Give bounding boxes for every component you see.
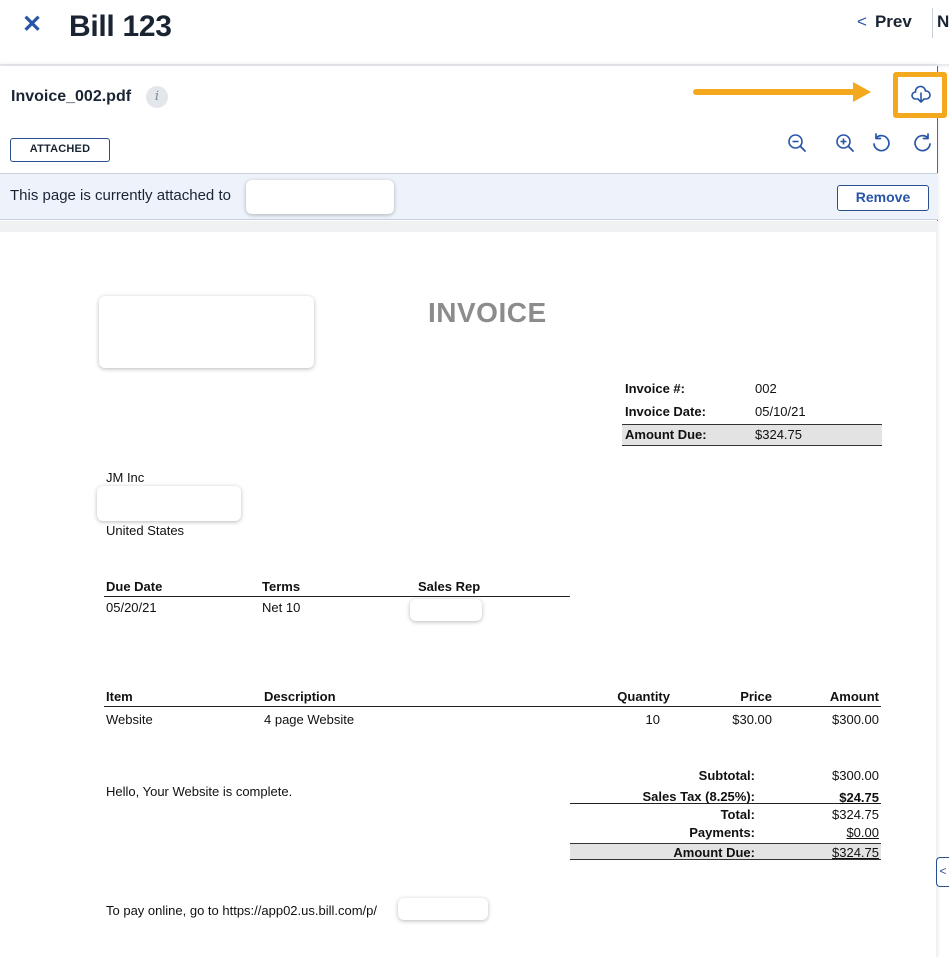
cloud-download-icon <box>911 85 931 103</box>
item-header: Quantity <box>617 689 670 704</box>
divider <box>104 706 881 707</box>
prev-label: Prev <box>874 12 912 31</box>
meta-label: Amount Due: <box>625 427 707 442</box>
zoom-out-button[interactable] <box>786 132 810 156</box>
item-cell: $300.00 <box>832 712 879 727</box>
remove-button[interactable]: Remove <box>837 185 929 211</box>
totals-value: $324.75 <box>832 845 879 860</box>
item-header: Amount <box>829 689 879 704</box>
meta-label: Invoice Date: <box>625 404 706 419</box>
bill-to-country: United States <box>106 523 185 538</box>
item-header: Description <box>264 689 336 704</box>
zoom-in-button[interactable] <box>834 132 858 156</box>
invoice-title: INVOICE <box>428 297 547 328</box>
invoice-note: Hello, Your Website is complete. <box>106 784 293 799</box>
rotate-right-button[interactable] <box>912 132 936 156</box>
totals-label: Amount Due: <box>673 845 755 860</box>
totals-label: Sales Tax (8.25%): <box>642 789 755 804</box>
close-icon[interactable]: ✕ <box>19 12 45 38</box>
redacted-field <box>246 180 394 214</box>
meta-value: 05/10/21 <box>755 404 806 419</box>
item-cell: 4 page Website <box>264 712 355 727</box>
rotate-left-icon <box>873 133 890 152</box>
totals-label: Total: <box>720 807 755 822</box>
zoom-in-icon <box>836 134 854 152</box>
totals-value: $24.75 <box>839 790 879 805</box>
redacted-link <box>398 898 488 920</box>
item-cell: Website <box>106 712 153 727</box>
item-header: Item <box>106 689 133 704</box>
terms-header: Due Date <box>106 579 163 594</box>
attached-message: This page is currently attached to <box>10 187 231 204</box>
terms-header: Terms <box>262 579 301 594</box>
divider <box>104 596 570 597</box>
totals-label: Subtotal: <box>698 768 755 783</box>
item-cell: $30.00 <box>732 712 772 727</box>
item-header: Price <box>740 689 772 704</box>
chevron-left-icon: < <box>939 864 947 878</box>
chevron-left-icon: < <box>857 12 867 31</box>
nav-divider <box>932 8 933 38</box>
bill-to-company: JM Inc <box>106 470 145 485</box>
info-icon[interactable]: i <box>146 86 168 108</box>
meta-value: 002 <box>755 381 777 396</box>
item-cell: 10 <box>645 712 660 727</box>
prev-button[interactable]: < Prev <box>857 12 912 32</box>
collapse-panel-button[interactable]: < <box>936 857 949 887</box>
meta-label: Invoice #: <box>625 381 685 396</box>
terms-value: 05/20/21 <box>106 600 157 615</box>
pay-online-text: To pay online, go to https://app02.us.bi… <box>106 903 378 918</box>
totals-label: Payments: <box>689 825 755 840</box>
next-button[interactable]: N <box>937 12 949 32</box>
download-button[interactable] <box>893 72 947 118</box>
redacted-address <box>97 486 241 521</box>
highlight-arrow-shaft <box>693 89 858 95</box>
terms-value: Net 10 <box>262 600 301 615</box>
page-title: Bill 123 <box>69 10 172 43</box>
meta-value: $324.75 <box>755 427 802 442</box>
redacted-logo <box>99 296 314 368</box>
file-name: Invoice_002.pdf <box>11 88 132 105</box>
status-badge: ATTACHED <box>10 138 110 162</box>
redacted-sales-rep <box>410 599 482 621</box>
totals-value: $0.00 <box>846 825 879 840</box>
rotate-right-icon <box>914 133 931 152</box>
highlight-arrow-head <box>853 82 871 102</box>
totals-value: $300.00 <box>832 768 879 783</box>
rotate-left-button[interactable] <box>870 132 894 156</box>
header-bar: ✕ Bill 123 < Prev N <box>0 0 949 58</box>
totals-value: $324.75 <box>832 807 879 822</box>
terms-header: Sales Rep <box>418 579 481 594</box>
zoom-out-icon <box>788 134 806 152</box>
